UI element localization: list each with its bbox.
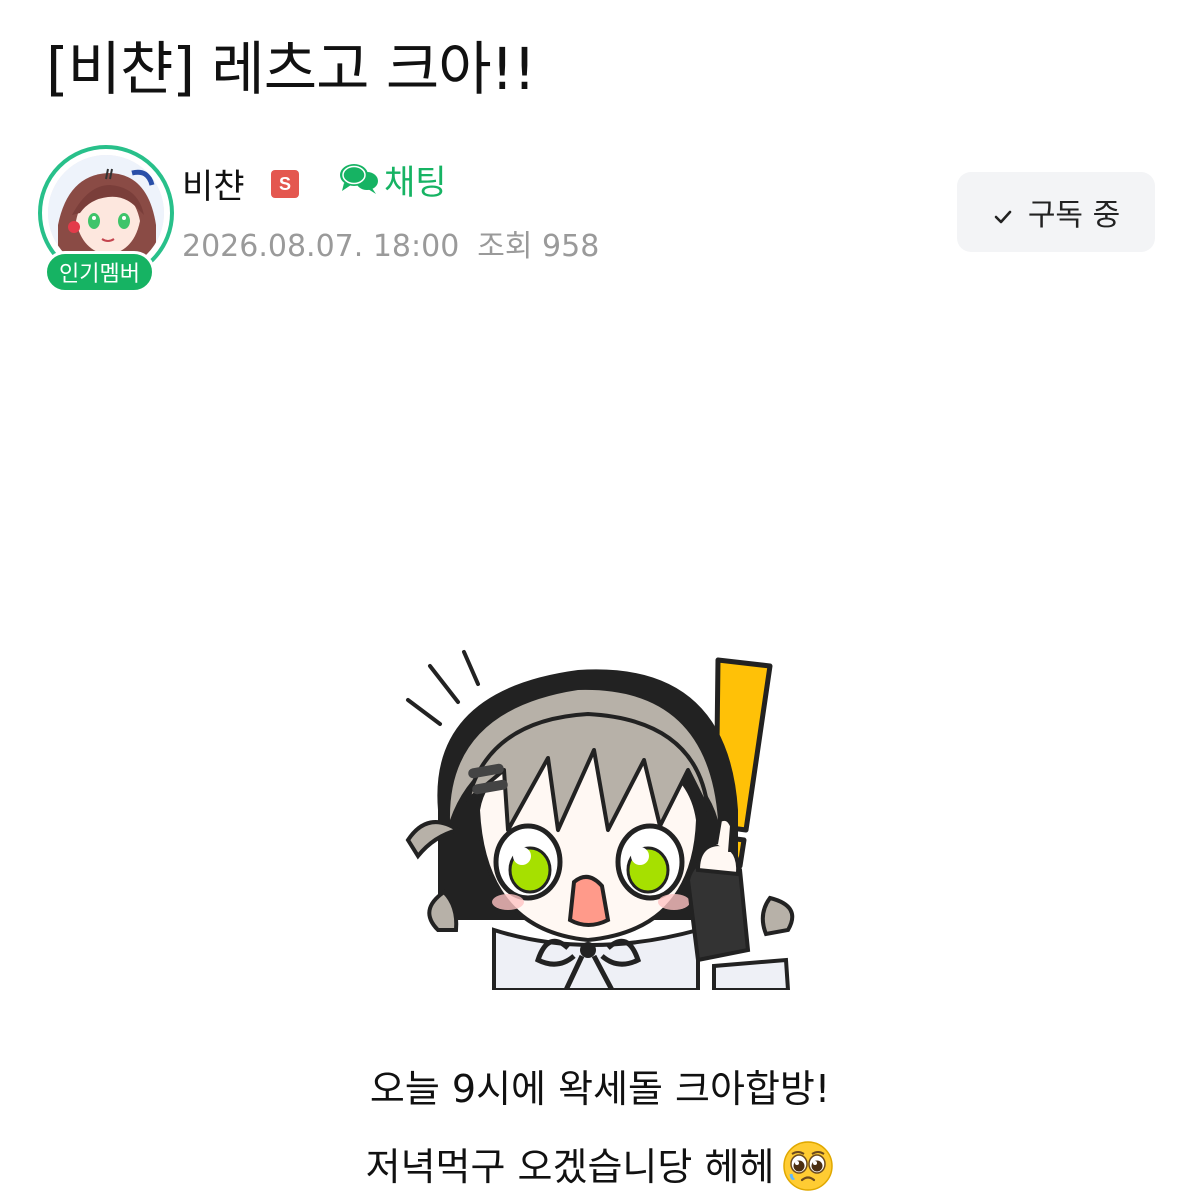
body-line-2-wrap: 저녁먹구 오겠습니당 헤헤 [0,1128,1200,1195]
character-sticker-image [398,630,802,992]
subscribe-button[interactable]: 구독 중 [957,172,1155,252]
pleading-face-icon [782,1140,834,1192]
post-date: 2026.08.07. 18:00 [182,229,460,264]
post-body: 오늘 9시에 왁세돌 크아합방! 저녁먹구 오겠습니당 헤헤 [0,1050,1200,1195]
check-icon [992,201,1014,224]
popular-member-badge: 인기멤버 [44,251,155,293]
body-line-2: 저녁먹구 오겠습니당 헤헤 [365,1145,775,1189]
post-title: [비챤] 레츠고 크아!! [46,35,536,103]
staff-badge: S [271,170,299,198]
author-name[interactable]: 비챤 [182,159,245,208]
subscribe-label: 구독 중 [1027,198,1121,233]
view-count: 조회 958 [477,229,600,264]
post-page: [비챤] 레츠고 크아!! 인기멤버 비챤 S 채팅 2026.08.07. 1… [0,0,1200,1195]
author-block: 인기멤버 비챤 S 채팅 2026.08.07. 18:00 조회 958 구독… [38,145,1158,295]
speech-bubbles-icon [338,161,380,197]
chat-label: 채팅 [384,162,447,203]
avatar[interactable]: 인기멤버 [38,145,174,293]
post-meta: 2026.08.07. 18:00 조회 958 [182,221,599,265]
chat-button[interactable]: 채팅 [338,157,447,203]
body-line-1: 오늘 9시에 왁세돌 크아합방! [369,1067,831,1111]
